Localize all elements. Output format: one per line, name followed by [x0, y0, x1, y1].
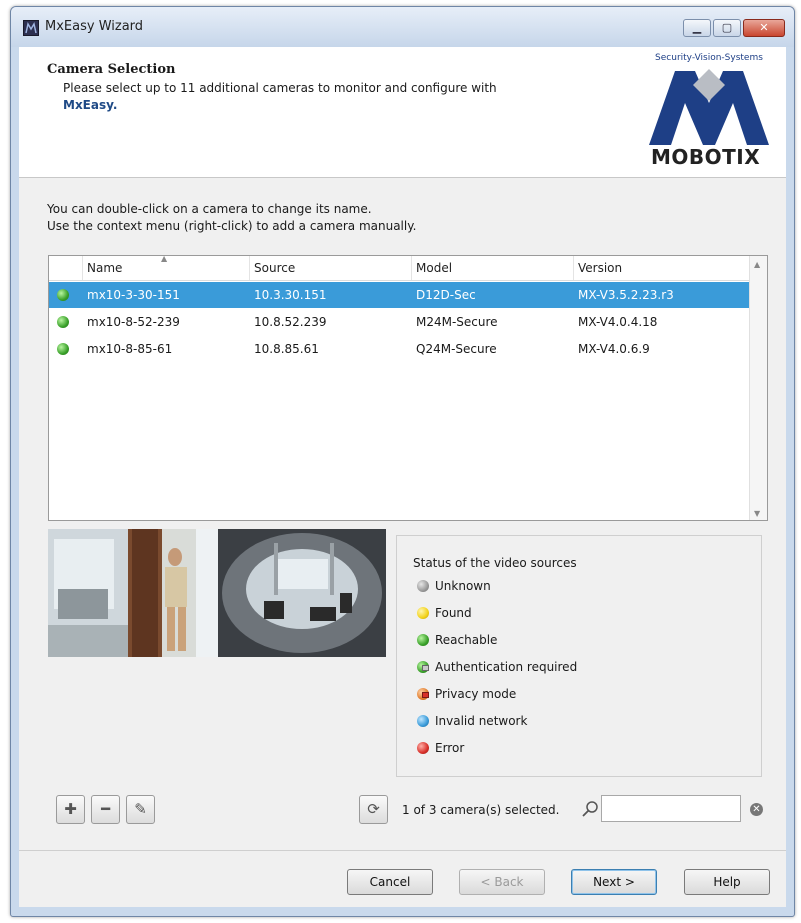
camera-name: mx10-3-30-151: [87, 288, 180, 302]
close-icon: ✕: [759, 21, 769, 34]
close-button[interactable]: ✕: [743, 19, 785, 37]
minus-icon: ━: [100, 800, 111, 818]
search-icon: [582, 801, 598, 817]
minimize-button[interactable]: ▁: [683, 19, 711, 37]
status-unknown-icon: [417, 580, 429, 592]
camera-version: MX-V4.0.4.18: [578, 315, 658, 329]
add-camera-button[interactable]: ✚: [56, 795, 85, 824]
cancel-button[interactable]: Cancel: [347, 869, 433, 895]
legend-label: Reachable: [435, 633, 498, 647]
list-scrollbar[interactable]: ▲ ▼: [749, 256, 767, 520]
page-subtitle: Please select up to 11 additional camera…: [63, 80, 583, 114]
search-input[interactable]: [601, 795, 741, 822]
status-error-icon: [417, 742, 429, 754]
wizard-content: Camera Selection Please select up to 11 …: [19, 47, 786, 907]
scroll-up-icon[interactable]: ▲: [754, 260, 760, 269]
lock-icon: [422, 665, 429, 671]
legend-label: Unknown: [435, 579, 491, 593]
status-found-icon: [417, 607, 429, 619]
table-row[interactable]: mx10-8-52-239 10.8.52.239 M24M-Secure MX…: [49, 309, 749, 335]
edit-camera-button[interactable]: ✎: [126, 795, 155, 824]
camera-source: 10.8.52.239: [254, 315, 327, 329]
wizard-window: MxEasy Wizard ▁ ▢ ✕ Camera Selection Ple…: [10, 6, 795, 917]
sort-ascending-icon: ▲: [161, 254, 168, 263]
camera-name: mx10-8-85-61: [87, 342, 173, 356]
camera-version: MX-V4.0.6.9: [578, 342, 650, 356]
wizard-header: Camera Selection Please select up to 11 …: [19, 47, 786, 178]
logo-wordmark: MOBOTIX: [651, 145, 761, 169]
status-column-header[interactable]: [49, 256, 83, 280]
subtitle-text: Please select up to 11 additional camera…: [63, 81, 497, 95]
status-reachable-icon: [57, 343, 69, 355]
footer-divider: [19, 850, 786, 851]
table-row[interactable]: mx10-3-30-151 10.3.30.151 D12D-Sec MX-V3…: [49, 282, 749, 308]
legend-label: Found: [435, 606, 472, 620]
selection-status: 1 of 3 camera(s) selected.: [402, 803, 560, 817]
maximize-icon: ▢: [721, 21, 733, 34]
camera-name: mx10-8-52-239: [87, 315, 180, 329]
clear-search-icon[interactable]: ✕: [750, 803, 763, 816]
instruction-line: You can double-click on a camera to chan…: [47, 202, 372, 216]
camera-model: M24M-Secure: [416, 315, 498, 329]
page-title: Camera Selection: [47, 62, 176, 77]
next-button[interactable]: Next >: [571, 869, 657, 895]
instruction-line: Use the context menu (right-click) to ad…: [47, 219, 417, 233]
legend-title: Status of the video sources: [413, 556, 577, 570]
column-header-model[interactable]: Model: [412, 256, 574, 280]
camera-model: Q24M-Secure: [416, 342, 497, 356]
mobotix-logo: Security-Vision-Systems MOBOTIX: [639, 53, 779, 173]
logo-mark-icon: [649, 69, 769, 145]
logo-tagline: Security-Vision-Systems: [655, 53, 763, 63]
status-reachable-icon: [57, 289, 69, 301]
plus-icon: ✚: [64, 800, 77, 818]
maximize-button[interactable]: ▢: [713, 19, 741, 37]
status-legend: Status of the video sources Unknown Foun…: [396, 535, 762, 777]
status-reachable-icon: [417, 634, 429, 646]
minimize-icon: ▁: [692, 21, 702, 34]
back-button[interactable]: < Back: [459, 869, 545, 895]
status-reachable-icon: [57, 316, 69, 328]
status-invalid-network-icon: [417, 715, 429, 727]
remove-camera-button[interactable]: ━: [91, 795, 120, 824]
scroll-down-icon[interactable]: ▼: [754, 509, 760, 518]
instructions: You can double-click on a camera to chan…: [47, 201, 416, 235]
legend-label: Error: [435, 741, 465, 755]
window-title: MxEasy Wizard: [45, 19, 144, 34]
legend-label: Authentication required: [435, 660, 578, 674]
camera-version: MX-V3.5.2.23.r3: [578, 288, 674, 302]
subtitle-app-name: MxEasy.: [63, 98, 118, 112]
table-row[interactable]: mx10-8-85-61 10.8.85.61 Q24M-Secure MX-V…: [49, 336, 749, 362]
legend-label: Invalid network: [435, 714, 528, 728]
title-bar[interactable]: MxEasy Wizard ▁ ▢ ✕: [11, 7, 794, 47]
camera-list[interactable]: Name ▲ Source Model Version mx10-3-30-15…: [48, 254, 768, 521]
pencil-icon: ✎: [134, 800, 147, 818]
scan-network-button[interactable]: ⟳: [359, 795, 388, 824]
help-button[interactable]: Help: [684, 869, 770, 895]
column-header-source[interactable]: Source: [250, 256, 412, 280]
list-header: Name ▲ Source Model Version: [49, 254, 749, 281]
legend-label: Privacy mode: [435, 687, 517, 701]
camera-source: 10.3.30.151: [254, 288, 327, 302]
privacy-icon: [422, 692, 429, 698]
camera-source: 10.8.85.61: [254, 342, 319, 356]
network-scan-icon: ⟳: [367, 800, 380, 818]
camera-preview-image: [48, 529, 386, 657]
camera-model: D12D-Sec: [416, 288, 476, 302]
column-header-version[interactable]: Version: [574, 256, 749, 280]
app-icon: [23, 20, 39, 36]
